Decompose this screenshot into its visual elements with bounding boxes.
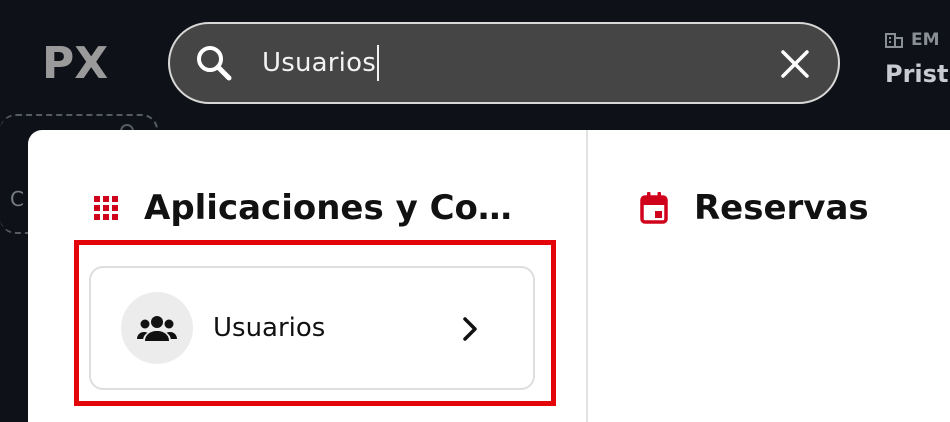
global-search-bar[interactable]: Usuarios — [168, 22, 840, 104]
search-input-value: Usuarios — [262, 48, 376, 78]
chevron-right-icon — [463, 317, 477, 341]
app-logo[interactable]: PX — [42, 30, 114, 94]
company-name: Pristi — [885, 60, 950, 88]
text-cursor — [376, 45, 379, 81]
column-divider — [586, 130, 588, 422]
logo-text: PX — [42, 38, 108, 89]
users-group-icon — [137, 316, 177, 341]
result-item-usuarios[interactable]: Usuarios — [89, 266, 535, 390]
clear-search-icon[interactable] — [780, 49, 810, 79]
section-header-reservas: Reservas — [640, 188, 869, 228]
company-label: EM — [911, 30, 940, 50]
apps-grid-icon — [94, 196, 118, 220]
building-icon — [885, 33, 903, 48]
result-avatar — [121, 292, 193, 364]
search-results-dropdown: Aplicaciones y Configuración Usuarios — [28, 130, 950, 422]
search-icon — [197, 46, 232, 81]
calendar-icon — [640, 192, 668, 224]
background-widget-text: C — [10, 187, 24, 211]
result-item-label: Usuarios — [213, 313, 326, 343]
section-header-apps: Aplicaciones y Configuración — [94, 188, 534, 228]
section-title-apps: Aplicaciones y Configuración — [144, 188, 528, 228]
company-selector[interactable]: EM Pristi — [885, 30, 950, 100]
section-title-reservas: Reservas — [694, 188, 869, 228]
search-input[interactable]: Usuarios — [262, 45, 379, 81]
